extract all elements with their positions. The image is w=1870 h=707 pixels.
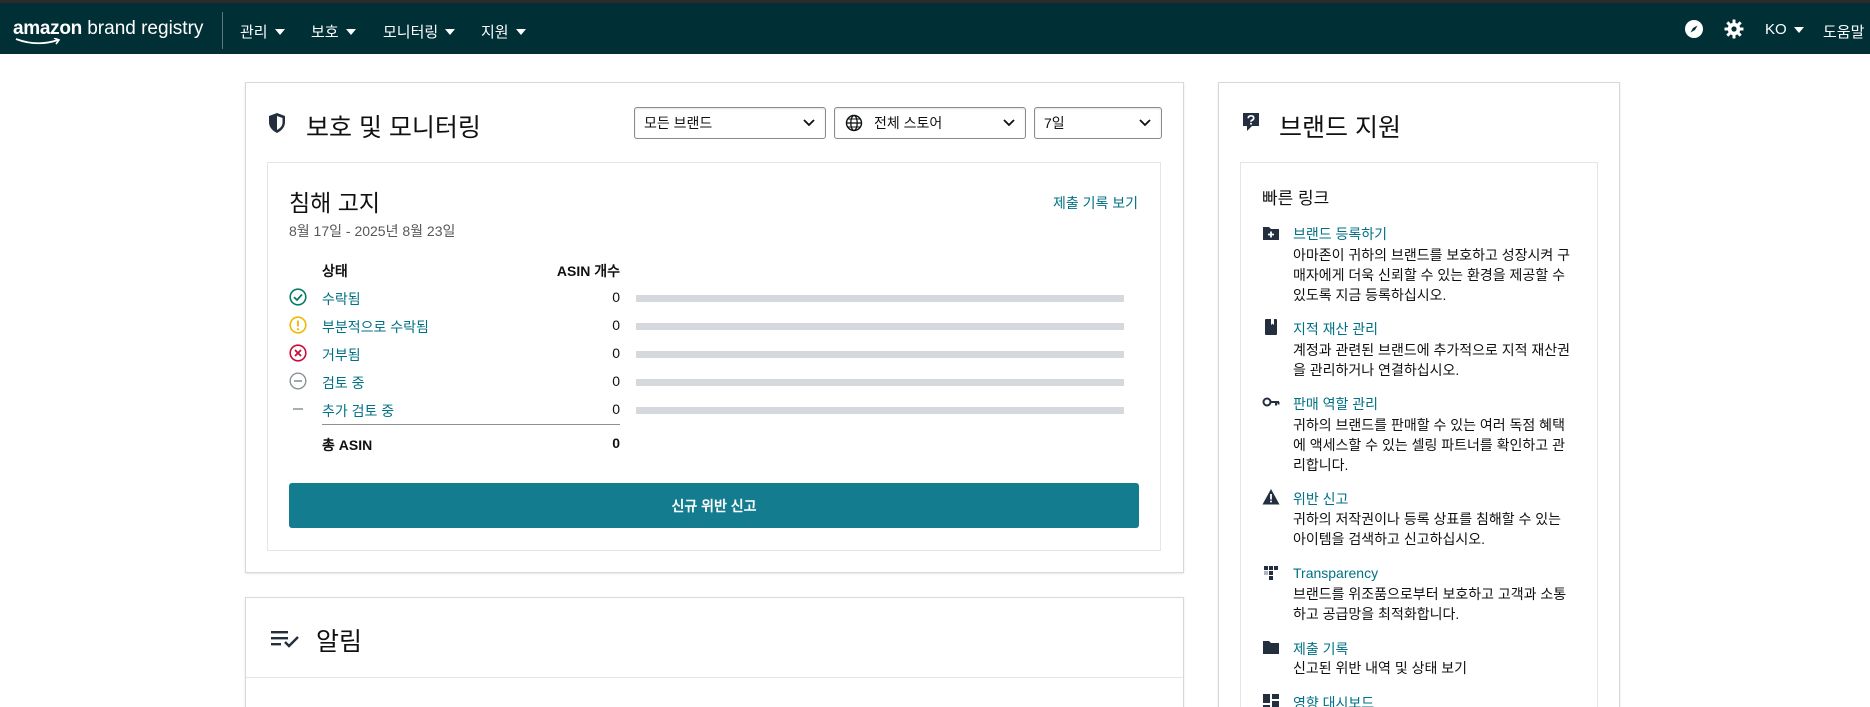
- status-column-header: 상태: [322, 263, 348, 279]
- logo-brand-registry-text: brand registry: [81, 18, 204, 39]
- playlist-check-icon: [271, 631, 299, 648]
- gear-icon[interactable]: [1724, 19, 1744, 39]
- dash-icon: [293, 408, 303, 410]
- chevron-down-icon: [1003, 119, 1015, 127]
- brand-filter-value: 모든 브랜드: [644, 115, 713, 131]
- status-row-count: 0: [612, 345, 620, 361]
- status-row-label[interactable]: 추가 검토 중: [322, 401, 394, 421]
- total-divider: [322, 424, 620, 425]
- header-divider: [222, 12, 223, 49]
- caret-down-icon: [274, 28, 285, 35]
- dashboard-icon: [1263, 694, 1279, 707]
- status-row-count: 0: [612, 289, 620, 305]
- caret-down-icon: [445, 28, 456, 35]
- warning-icon: [1262, 489, 1280, 505]
- brand-support-title: 브랜드 지원: [1279, 114, 1401, 142]
- folder-icon: [1263, 641, 1279, 654]
- amazon-smile-icon: [15, 38, 61, 45]
- help-label: 도움말: [1823, 24, 1865, 41]
- caret-down-icon: [1793, 26, 1804, 33]
- quick-link-description: 아마존이 귀하의 브랜드를 보호하고 성장시켜 구 매자에게 더욱 신뢰할 수 …: [1293, 247, 1571, 303]
- asin-count-column-header: ASIN 개수: [556, 263, 620, 279]
- caret-down-icon: [515, 28, 526, 35]
- quick-link-title[interactable]: Transparency: [1293, 565, 1378, 581]
- quick-link-description: 귀하의 저작권이나 등록 상표를 침해할 수 있는 아이템을 검색하고 신고하십…: [1293, 511, 1562, 547]
- status-row-count: 0: [612, 317, 620, 333]
- notices-date-range: 8월 17일 - 2025년 8월 23일: [289, 223, 456, 239]
- quick-link-description: 계정과 관련된 브랜드에 추가적으로 지적 재산권 을 관리하거나 연결하십시오…: [1293, 342, 1571, 378]
- nav-menu-manage-label: 관리: [240, 24, 268, 41]
- protection-title: 보호 및 모니터링: [306, 114, 481, 142]
- status-row-count: 0: [612, 401, 620, 417]
- nav-menu-support-label: 지원: [481, 24, 509, 41]
- quick-link-title[interactable]: 영향 대시보드: [1293, 693, 1374, 707]
- quick-link-description: 신고된 위반 내역 및 상태 보기: [1293, 660, 1468, 676]
- status-row-bar: [636, 295, 1124, 302]
- compass-icon[interactable]: [1684, 19, 1704, 39]
- x-circle-icon: [289, 344, 307, 362]
- folder-plus-icon: [1263, 227, 1279, 240]
- help-link[interactable]: 도움말: [1823, 21, 1864, 42]
- period-filter-select[interactable]: 7일: [1034, 107, 1162, 139]
- status-row-label[interactable]: 검토 중: [322, 373, 365, 393]
- quick-link-title[interactable]: 위반 신고: [1293, 489, 1348, 509]
- store-filter-select[interactable]: 전체 스토어: [834, 107, 1026, 139]
- status-row-label[interactable]: 부분적으로 수락됨: [322, 317, 429, 337]
- quick-link-title[interactable]: 판매 역할 관리: [1293, 394, 1378, 414]
- transparency-icon: [1264, 566, 1278, 580]
- chevron-down-icon: [803, 119, 815, 127]
- quick-links-title: 빠른 링크: [1262, 189, 1330, 208]
- total-asin-value: 0: [612, 435, 620, 451]
- brand-filter-select[interactable]: 모든 브랜드: [634, 107, 826, 139]
- nav-menu-monitoring-label: 모니터링: [383, 24, 439, 41]
- status-row-label[interactable]: 수락됨: [322, 289, 361, 309]
- top-navigation-bar: amazon brand registry 관리 보호 모니터링 지원 KO 도…: [0, 0, 1870, 54]
- alerts-card: [245, 597, 1184, 707]
- language-label: KO: [1765, 21, 1787, 38]
- total-asin-label: 총 ASIN: [322, 437, 373, 453]
- alerts-divider: [246, 677, 1183, 678]
- logo-amazon-text: amazon: [13, 18, 82, 39]
- status-row-bar: [636, 407, 1124, 414]
- help-box-icon: [1243, 113, 1259, 131]
- status-row-bar: [636, 351, 1124, 358]
- quick-link-title[interactable]: 브랜드 등록하기: [1293, 224, 1387, 244]
- quick-link-description: 브랜드를 위조품으로부터 보호하고 고객과 소통 하고 공급망을 최적화합니다.: [1293, 586, 1567, 622]
- period-filter-value: 7일: [1044, 115, 1065, 131]
- nav-menu-support[interactable]: 지원: [481, 21, 526, 42]
- store-filter-value: 전체 스토어: [874, 115, 943, 131]
- caret-down-icon: [345, 28, 356, 35]
- check-circle-icon: [289, 288, 307, 306]
- nav-menu-protect-label: 보호: [311, 24, 339, 41]
- alerts-title: 알림: [316, 628, 363, 656]
- status-row-count: 0: [612, 373, 620, 389]
- status-row-label[interactable]: 거부됨: [322, 345, 361, 365]
- quick-link-title[interactable]: 지적 재산 관리: [1293, 319, 1378, 339]
- new-violation-report-button[interactable]: 신규 위반 신고: [289, 483, 1139, 528]
- status-row-bar: [636, 323, 1124, 330]
- alert-circle-icon: [289, 316, 307, 334]
- book-icon: [1265, 319, 1277, 335]
- minus-circle-icon: [289, 372, 307, 390]
- shield-icon: [269, 113, 285, 133]
- globe-icon: [845, 114, 863, 132]
- status-row-bar: [636, 379, 1124, 386]
- language-selector[interactable]: KO: [1765, 21, 1804, 38]
- nav-menu-protect[interactable]: 보호: [311, 21, 356, 42]
- notices-title: 침해 고지: [289, 190, 381, 216]
- key-icon: [1262, 397, 1280, 407]
- nav-menu-manage[interactable]: 관리: [240, 21, 285, 42]
- quick-link-title[interactable]: 제출 기록: [1293, 639, 1348, 659]
- view-submission-history-link[interactable]: 제출 기록 보기: [1053, 193, 1138, 213]
- chevron-down-icon: [1139, 119, 1151, 127]
- quick-link-description: 귀하의 브랜드를 판매할 수 있는 여러 독점 혜택 에 액세스할 수 있는 셀…: [1293, 417, 1565, 473]
- amazon-brand-registry-logo[interactable]: amazon brand registry: [13, 18, 203, 46]
- nav-menu-monitoring[interactable]: 모니터링: [383, 21, 456, 42]
